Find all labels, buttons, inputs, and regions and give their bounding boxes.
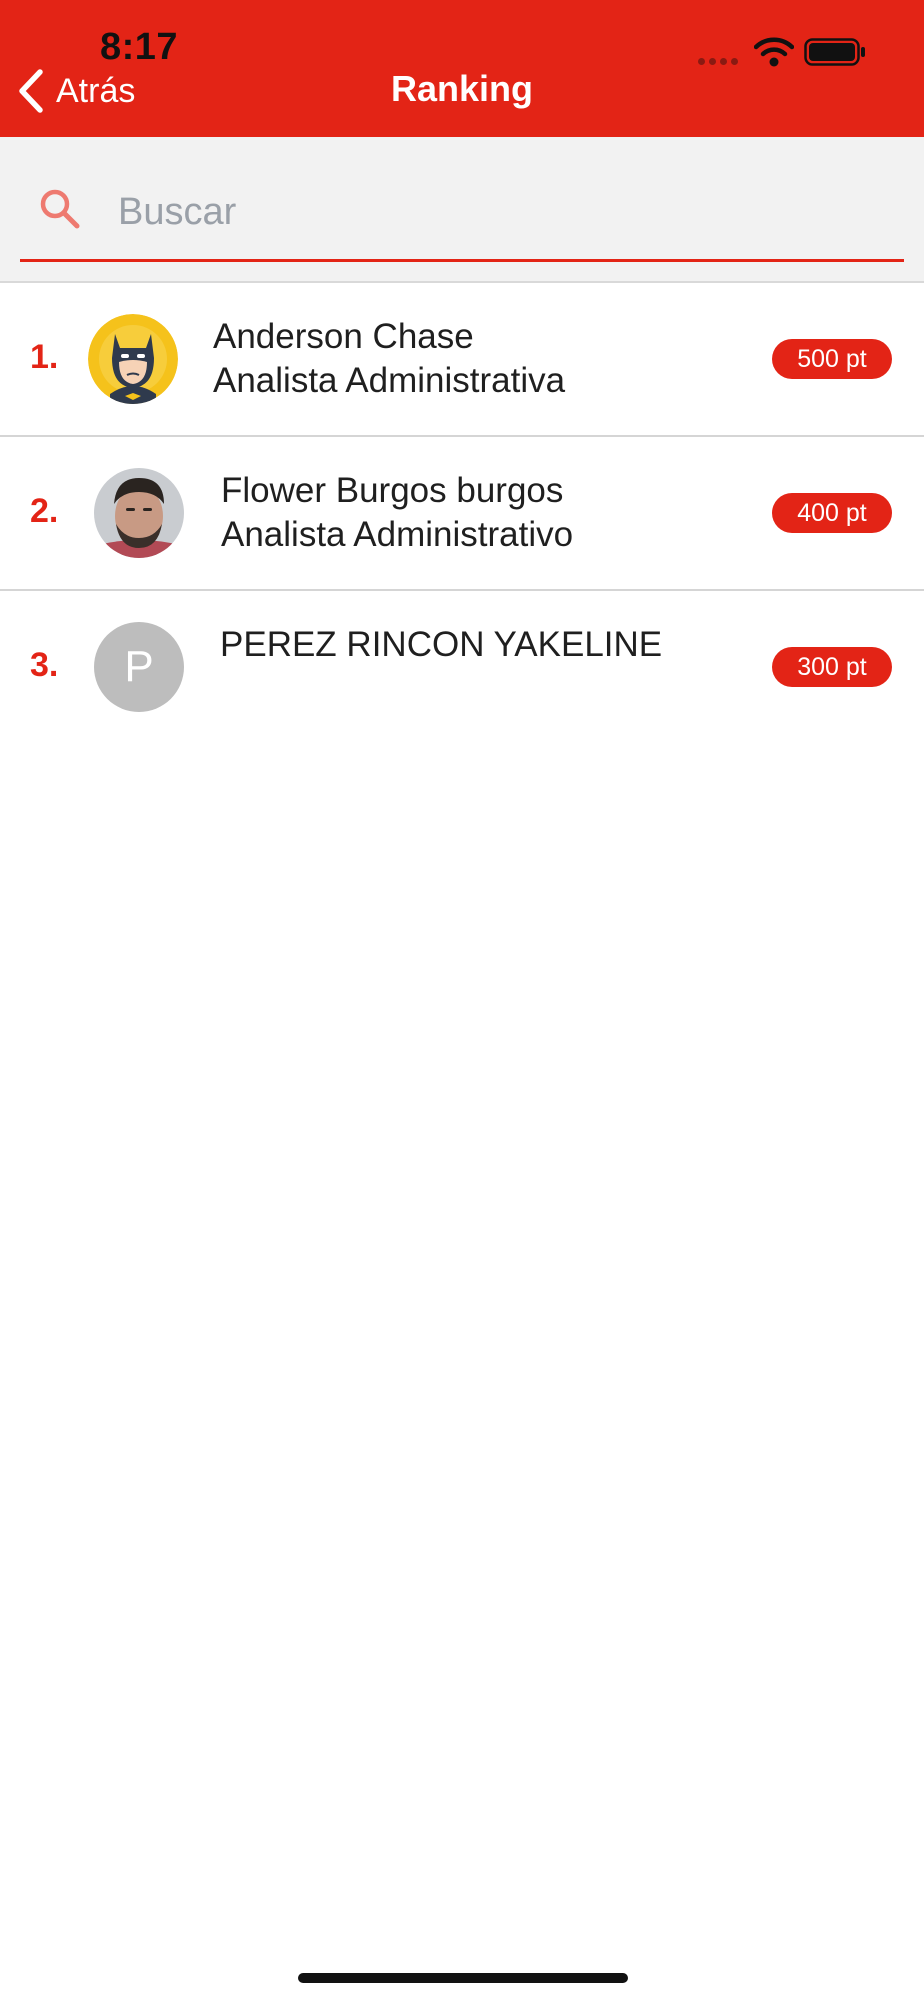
rank-number: 1. [30, 338, 59, 376]
user-name: Flower Burgos burgos [221, 471, 564, 510]
search-icon [40, 189, 80, 229]
cellular-signal-icon [698, 58, 738, 65]
user-role: Analista Administrativa [213, 361, 566, 400]
user-info: Flower Burgos burgos Analista Administra… [221, 469, 573, 557]
points-badge: 500 pt [772, 339, 892, 379]
search-underline [20, 259, 904, 262]
user-role: Analista Administrativo [221, 515, 574, 554]
points-badge: 300 pt [772, 647, 892, 687]
app-header: 8:17 Atrás Ranking [0, 0, 924, 137]
user-info: Anderson Chase Analista Administrativa [213, 315, 565, 403]
points-badge: 400 pt [772, 493, 892, 533]
search-bar [0, 137, 924, 283]
search-input[interactable] [116, 181, 880, 243]
avatar-initial: P [94, 622, 184, 712]
avatar [94, 468, 184, 558]
wifi-icon [754, 37, 794, 67]
user-name: PEREZ RINCON YAKELINE [220, 625, 663, 664]
status-time: 8:17 [100, 26, 179, 68]
user-photo [94, 468, 184, 558]
batman-avatar-icon [88, 314, 178, 404]
user-info: PEREZ RINCON YAKELINE [220, 623, 662, 667]
home-indicator[interactable] [298, 1973, 628, 1983]
avatar [88, 314, 178, 404]
user-name: Anderson Chase [213, 317, 474, 356]
ranking-list: 1. Anderson Chase Analista Administrativ… [0, 283, 924, 743]
list-item[interactable]: 3. P PEREZ RINCON YAKELINE 300 pt [0, 591, 924, 743]
list-item[interactable]: 1. Anderson Chase Analista Administrativ… [0, 283, 924, 437]
page-title: Ranking [390, 68, 533, 109]
rank-number: 3. [30, 646, 59, 684]
list-item[interactable]: 2. Flower Burgos burgos Analista Adminis… [0, 437, 924, 591]
battery-icon [804, 38, 865, 66]
rank-number: 2. [30, 492, 59, 530]
